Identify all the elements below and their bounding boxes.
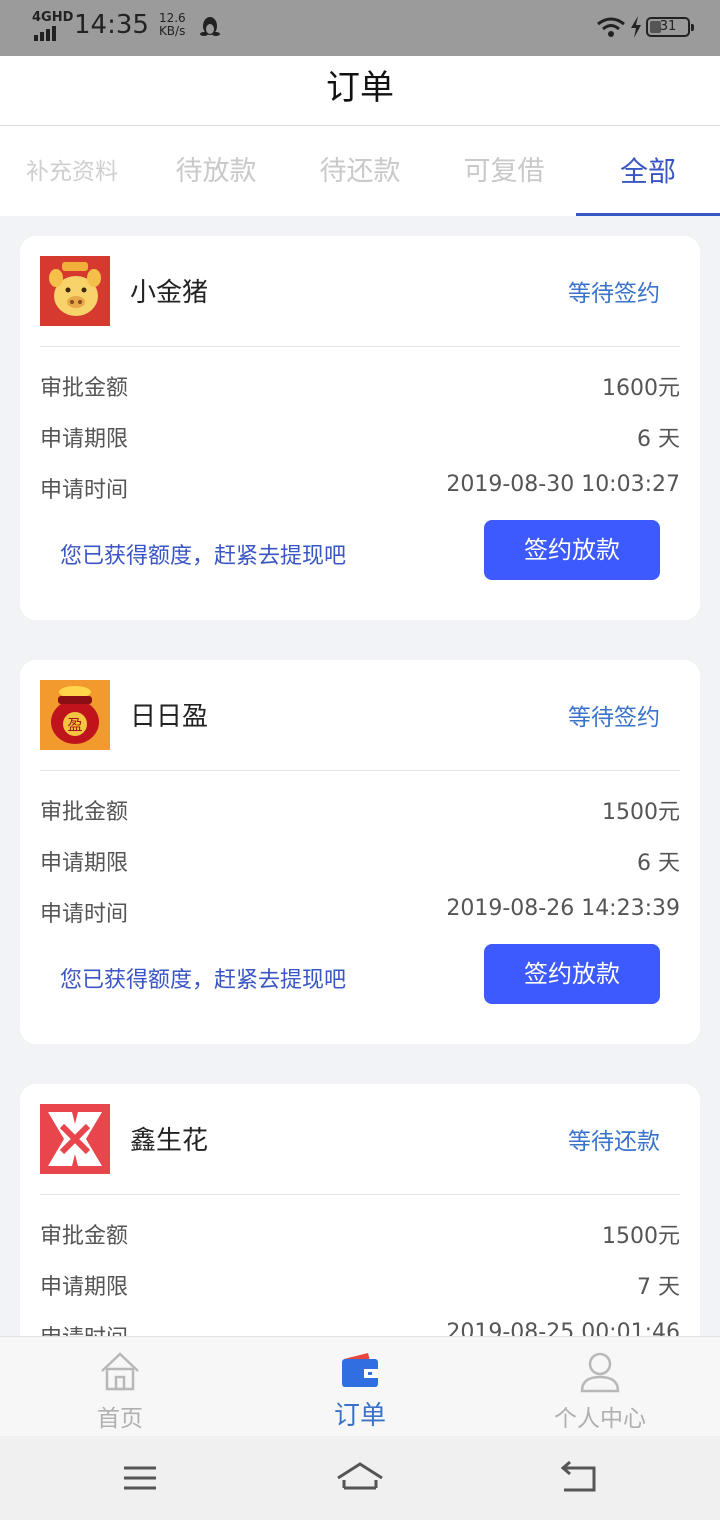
time-row: 申请时间 2019-08-26 14:23:39 <box>40 896 680 936</box>
credit-hint: 您已获得额度，赶紧去提现吧 <box>60 968 347 993</box>
amount-value: 1500元 <box>602 800 680 825</box>
credit-hint: 您已获得额度，赶紧去提现吧 <box>60 544 347 569</box>
charging-icon <box>631 16 641 38</box>
amount-row: 审批金额 1600元 <box>40 370 680 410</box>
time-value: 2019-08-30 10:03:27 <box>446 472 680 497</box>
amount-label: 审批金额 <box>40 376 129 401</box>
tab-pending-repay[interactable]: 待还款 <box>288 126 432 216</box>
title-bar: 订单 <box>0 56 720 126</box>
card-header: 盈 日日盈 等待签约 <box>40 680 680 771</box>
nav-profile-label: 个人中心 <box>554 1406 646 1432</box>
money-bag-logo: 盈 <box>40 680 110 750</box>
nav-home[interactable]: 首页 <box>0 1337 240 1437</box>
sign-loan-button[interactable]: 签约放款 <box>484 944 660 1004</box>
nav-orders[interactable]: 订单 <box>240 1337 480 1437</box>
nav-home-label: 首页 <box>97 1406 143 1432</box>
time-value: 2019-08-26 14:23:39 <box>446 896 680 921</box>
page-title: 订单 <box>326 68 394 108</box>
nav-orders-label: 订单 <box>333 1401 386 1431</box>
order-tabs: 补充资料 待放款 待还款 可复借 全部 <box>0 126 720 216</box>
order-status: 等待签约 <box>568 281 660 307</box>
amount-row: 审批金额 1500元 <box>40 1218 680 1258</box>
term-value: 6 天 <box>637 851 680 876</box>
system-nav-bar <box>0 1436 720 1520</box>
menu-icon[interactable] <box>116 1458 164 1498</box>
battery-level: 31 <box>659 19 677 34</box>
wallet-icon <box>342 1353 378 1387</box>
signal-bars <box>34 26 58 41</box>
order-card[interactable]: 小金猪 等待签约 审批金额 1600元 申请期限 6 天 申请时间 2019-0… <box>20 236 700 620</box>
order-status: 等待签约 <box>568 705 660 731</box>
status-left: 4GHD 14:35 12.6 KB/s <box>32 10 220 41</box>
time-row: 申请时间 2019-08-30 10:03:27 <box>40 472 680 512</box>
term-row: 申请期限 6 天 <box>40 421 680 461</box>
status-bar: 4GHD 14:35 12.6 KB/s 31 <box>0 0 720 56</box>
network-type: 4GHD <box>32 10 74 25</box>
tab-supplement-info[interactable]: 补充资料 <box>0 126 144 216</box>
app-name: 小金猪 <box>130 278 209 308</box>
term-value: 6 天 <box>637 427 680 452</box>
tab-pending-loan[interactable]: 待放款 <box>144 126 288 216</box>
term-row: 申请期限 7 天 <box>40 1269 680 1309</box>
network-speed: 12.6 KB/s <box>159 12 186 38</box>
card-header: 鑫生花 等待还款 <box>40 1104 680 1195</box>
wifi-icon <box>597 17 625 37</box>
amount-label: 审批金额 <box>40 1224 129 1249</box>
time-label: 申请时间 <box>40 478 129 503</box>
home-system-icon[interactable] <box>336 1458 384 1498</box>
bottom-nav: 首页 订单 个人中心 <box>0 1336 720 1437</box>
order-card[interactable]: 鑫生花 等待还款 审批金额 1500元 申请期限 7 天 申请时间 2019-0… <box>20 1084 700 1336</box>
speed-unit: KB/s <box>158 24 186 38</box>
red-x-logo <box>40 1104 110 1174</box>
time-label: 申请时间 <box>40 902 129 927</box>
amount-label: 审批金额 <box>40 800 129 825</box>
back-icon[interactable] <box>556 1458 604 1498</box>
card-header: 小金猪 等待签约 <box>40 256 680 347</box>
term-value: 7 天 <box>637 1275 680 1300</box>
sign-loan-button[interactable]: 签约放款 <box>484 520 660 580</box>
time-label: 申请时间 <box>40 1320 128 1336</box>
app-name: 日日盈 <box>130 702 209 732</box>
term-label: 申请期限 <box>40 427 129 452</box>
home-icon <box>101 1352 139 1391</box>
time-row: 申请时间 2019-08-25 00:01:46 <box>40 1320 680 1336</box>
amount-row: 审批金额 1500元 <box>40 794 680 834</box>
battery-cap <box>691 24 694 31</box>
status-right: 31 <box>596 16 694 38</box>
user-icon <box>580 1352 620 1393</box>
app-name: 鑫生花 <box>130 1126 209 1156</box>
nav-profile[interactable]: 个人中心 <box>480 1337 720 1437</box>
tab-all[interactable]: 全部 <box>576 126 720 216</box>
status-time: 14:35 <box>74 10 149 40</box>
term-label: 申请期限 <box>40 1275 129 1300</box>
battery-icon: 31 <box>646 17 694 37</box>
term-label: 申请期限 <box>40 851 129 876</box>
order-list[interactable]: 小金猪 等待签约 审批金额 1600元 申请期限 6 天 申请时间 2019-0… <box>0 216 720 1336</box>
time-value: 2019-08-25 00:01:46 <box>446 1320 680 1336</box>
tab-reborrow[interactable]: 可复借 <box>432 126 576 216</box>
order-card[interactable]: 盈 日日盈 等待签约 审批金额 1500元 申请期限 6 天 申请时间 2019… <box>20 660 700 1044</box>
amount-value: 1600元 <box>602 376 680 401</box>
signal-icon: 4GHD <box>32 10 73 41</box>
order-status: 等待还款 <box>568 1129 660 1155</box>
golden-pig-logo <box>40 256 110 326</box>
term-row: 申请期限 6 天 <box>40 845 680 885</box>
qq-penguin-icon <box>199 17 220 36</box>
logo-text: 盈 <box>67 716 82 734</box>
amount-value: 1500元 <box>602 1224 680 1249</box>
